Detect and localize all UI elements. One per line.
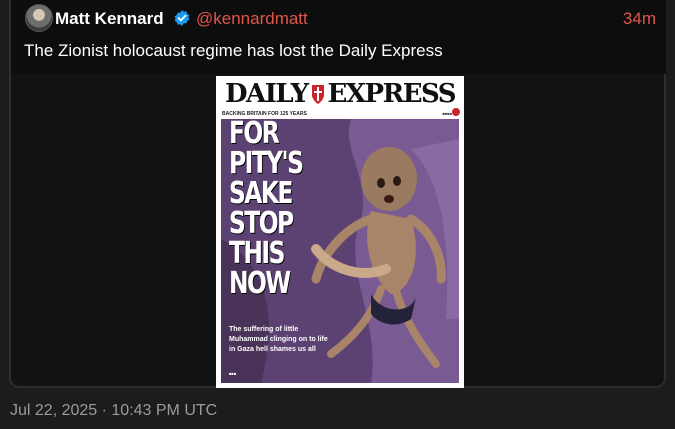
newspaper-masthead: DAILY EXPRESS — [220, 80, 460, 108]
author-handle[interactable]: @kennardmatt — [196, 9, 308, 29]
headline-line: FOR — [229, 119, 280, 151]
issue-date-mark: ■■■■ — [442, 111, 452, 116]
headline-line: THIS — [229, 236, 285, 271]
headline-line: SAKE — [229, 176, 293, 211]
tweet-header: Matt Kennard @kennardmatt 34m The Zionis… — [11, 0, 666, 74]
newspaper-strapline: BACKING BRITAIN FOR 125 YEARS — [222, 111, 307, 117]
avatar[interactable] — [25, 4, 53, 32]
cover-photo: FOR PITY'S SAKE STOP THIS NOW The suffer… — [221, 119, 459, 383]
tweet-text: The Zionist holocaust regime has lost th… — [24, 41, 443, 60]
see-page-mark: ■■■ — [229, 371, 237, 376]
headline-line: NOW — [229, 266, 291, 301]
tweet-card[interactable]: Matt Kennard @kennardmatt 34m The Zionis… — [9, 0, 666, 388]
author-name[interactable]: Matt Kennard — [55, 9, 164, 29]
price-badge — [452, 108, 460, 116]
headline-line: PITY'S — [229, 146, 304, 181]
verified-badge-icon — [174, 10, 190, 26]
masthead-right: EXPRESS — [327, 79, 457, 109]
crusader-crest-icon — [311, 85, 324, 104]
newspaper-image[interactable]: DAILY EXPRESS BACKING BRITAIN FOR 125 YE… — [216, 76, 464, 388]
masthead-left: DAILY — [224, 79, 309, 109]
cover-subheadline: The suffering of little Muhammad clingin… — [229, 326, 328, 353]
headline-line: STOP — [229, 206, 294, 241]
cover-headline: FOR PITY'S SAKE STOP THIS NOW — [229, 119, 304, 301]
time-ago[interactable]: 34m — [623, 9, 656, 29]
tweet-timestamp[interactable]: Jul 22, 2025 · 10:43 PM UTC — [10, 401, 217, 421]
tweet-page: Matt Kennard @kennardmatt 34m The Zionis… — [0, 0, 675, 429]
